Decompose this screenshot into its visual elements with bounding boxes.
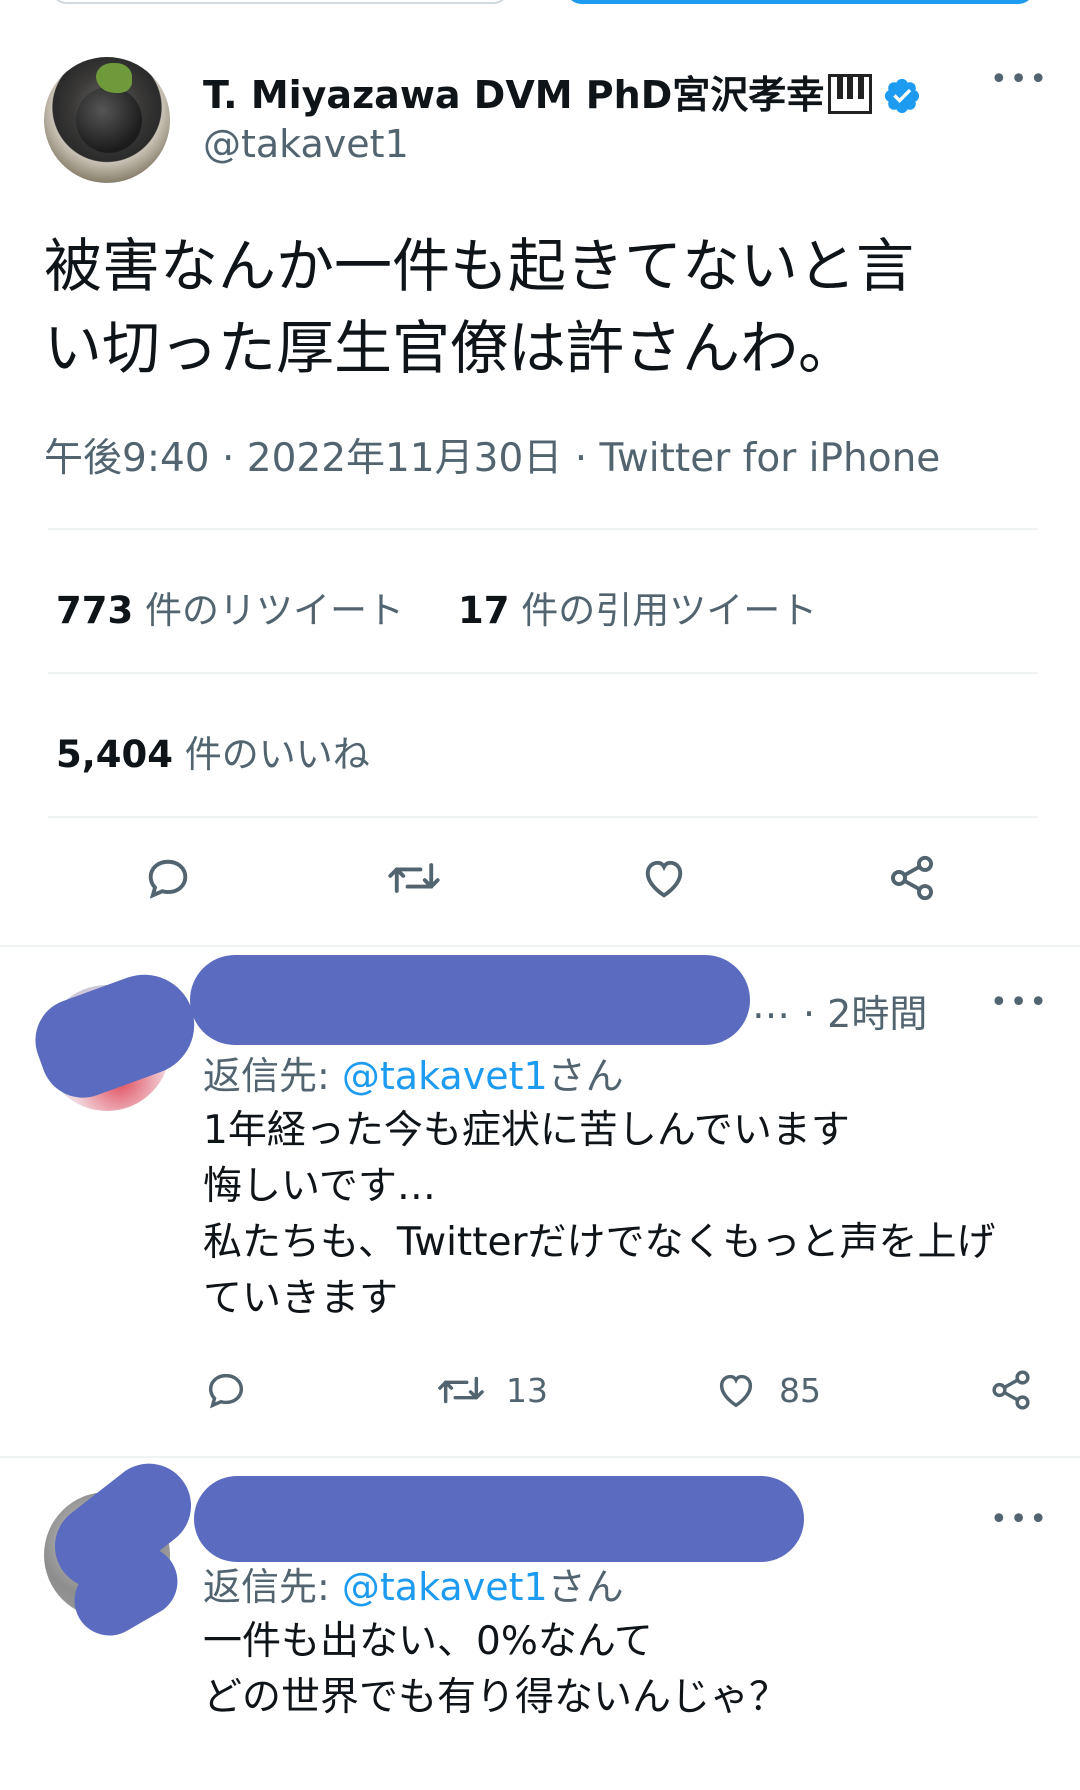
reply-button[interactable] — [142, 852, 194, 904]
reply-time[interactable]: · 2時間 — [803, 983, 927, 1038]
share-button[interactable] — [886, 852, 938, 904]
meta-separator: · — [209, 436, 247, 481]
likes-count: 5,404 — [56, 733, 174, 776]
reply-to-suffix: さん — [547, 1054, 624, 1098]
reply-icon — [148, 859, 188, 899]
reply-to-suffix: さん — [547, 1565, 624, 1609]
top-buttons-remnant — [0, 0, 1080, 10]
redaction-mark — [23, 960, 209, 1110]
like-count: 85 — [779, 1370, 821, 1410]
tweet-meta: 午後9:40 · 2022年11月30日 · Twitter for iPhon… — [44, 427, 940, 483]
avatar[interactable] — [44, 57, 170, 183]
display-name[interactable]: T. Miyazawa DVM PhD宮沢孝幸 — [203, 64, 922, 119]
share-icon — [992, 1370, 1030, 1410]
reply-button[interactable] — [203, 1367, 249, 1413]
reply-text: 一件も出ない、0%なんて どの世界でも有り得ないんじゃ？ — [203, 1619, 789, 1720]
tweet-time[interactable]: 午後9:40 — [44, 436, 210, 481]
reply-text: 1年経った今も症状に苦しんでいます 悔しいです… 私たちも、Twitterだけで… — [203, 1108, 996, 1321]
verified-icon — [885, 78, 920, 114]
reply-icon — [208, 1373, 244, 1409]
like-button[interactable] — [638, 852, 690, 904]
top-left-button-edge[interactable] — [50, 0, 510, 4]
reply-to-line: 返信先: @takavet1さん — [203, 1045, 624, 1100]
divider — [0, 945, 1080, 947]
quotes-stat[interactable]: 17 件の引用ツイート — [458, 580, 817, 634]
mention-link[interactable]: @takavet1 — [342, 1054, 548, 1098]
piano-icon — [828, 74, 873, 114]
redaction-mark — [190, 955, 750, 1045]
like-button[interactable]: 85 — [713, 1367, 821, 1413]
retweet-count: 13 — [506, 1370, 548, 1410]
divider — [0, 1456, 1080, 1458]
tweet-date[interactable]: 2022年11月30日 — [247, 436, 563, 481]
reply-to-line: 返信先: @takavet1さん — [203, 1556, 624, 1611]
retweet-button[interactable] — [386, 852, 442, 904]
display-name-text: T. Miyazawa DVM PhD宮沢孝幸 — [203, 73, 825, 117]
like-icon — [719, 1374, 753, 1408]
more-options-icon[interactable]: ••• — [990, 62, 1049, 97]
reply-name-truncation: … — [752, 983, 790, 1027]
tweet-source[interactable]: Twitter for iPhone — [600, 436, 941, 481]
top-right-button-edge[interactable] — [565, 0, 1035, 4]
share-icon — [890, 855, 934, 901]
mention-link[interactable]: @takavet1 — [342, 1565, 548, 1609]
divider — [48, 672, 1038, 674]
redaction-mark — [194, 1476, 804, 1562]
retweets-count: 773 — [56, 589, 134, 632]
tweet-text: 被害なんか一件も起きてないと言 い切った厚生官僚は許さんわ。 — [44, 232, 915, 382]
divider — [48, 528, 1038, 530]
quotes-label: 件の引用ツイート — [509, 589, 818, 632]
bottom-nav-edge — [0, 1770, 1080, 1790]
share-button[interactable] — [988, 1367, 1034, 1413]
retweets-label: 件のリツイート — [133, 589, 404, 632]
retweet-icon — [388, 863, 440, 893]
handle[interactable]: @takavet1 — [203, 122, 409, 166]
retweet-button[interactable]: 13 — [436, 1367, 548, 1413]
meta-separator: · — [562, 436, 600, 481]
retweet-icon — [438, 1376, 484, 1404]
like-icon — [645, 860, 683, 898]
likes-label: 件のいいね — [173, 733, 370, 776]
quotes-count: 17 — [458, 589, 510, 632]
retweets-stat[interactable]: 773 件のリツイート — [56, 580, 404, 634]
more-options-icon[interactable]: ••• — [990, 985, 1049, 1020]
divider — [48, 816, 1038, 818]
reply-to-prefix: 返信先: — [203, 1054, 342, 1098]
more-options-icon[interactable]: ••• — [990, 1502, 1049, 1537]
likes-stat[interactable]: 5,404 件のいいね — [56, 724, 370, 778]
reply-to-prefix: 返信先: — [203, 1565, 342, 1609]
